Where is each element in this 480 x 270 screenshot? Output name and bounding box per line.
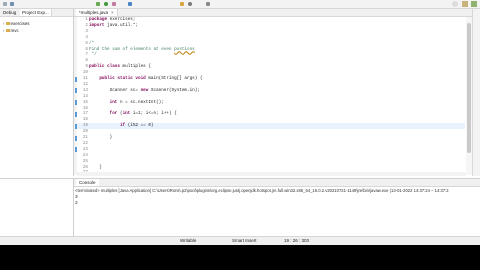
change-marker [75,76,77,82]
navigate-back-icon[interactable] [206,2,210,6]
perspective-debug-icon[interactable] [471,1,477,7]
overview-ruler [472,9,480,176]
debug-icon[interactable] [96,2,100,6]
tab-console[interactable]: Console [76,179,99,186]
search-toolbar-icon[interactable] [452,1,458,7]
search-icon[interactable] [188,2,192,6]
tab-debug[interactable]: Debug [1,9,18,16]
open-type-icon[interactable] [180,2,184,6]
change-marker [75,123,77,129]
tab-project-explorer[interactable]: Project Exp... [20,9,52,16]
external-tools-icon[interactable] [112,2,116,6]
console-tab-label: Console [79,180,96,185]
console-tab-bar: Console [74,179,480,187]
main-toolbar [0,0,480,9]
editor-horizontal-scrollbar[interactable] [77,172,466,176]
expand-arrow-icon[interactable]: › [3,28,5,33]
tree-item-mvc[interactable]: › mvc [3,28,19,34]
tree-item-label: mvc [10,28,19,33]
change-marker [75,111,77,117]
status-bar: Writable Smart Insert 19 : 26 : 303 [0,236,480,245]
left-panel-tabs: Debug Project Exp... [0,9,73,17]
code-editor[interactable]: *multiples.java × 1 package exercises; 2 imp… [74,9,472,176]
status-cursor-position: 19 : 26 : 303 [284,238,310,243]
console-output-line: 3 [75,195,78,200]
save-icon[interactable] [10,2,14,6]
expand-arrow-icon[interactable]: › [3,21,5,26]
code-area[interactable]: 1 package exercises; 2 import java.util.*; 3… [77,17,465,175]
change-marker [75,100,77,106]
close-tab-icon[interactable]: × [111,10,114,15]
status-writable: Writable [180,238,197,243]
status-insert-mode: Smart Insert [232,238,257,243]
left-bottom-panel [0,178,74,237]
package-explorer-panel: Debug Project Exp... › exercises › mvc [0,9,74,176]
change-marker [75,135,77,141]
perspective-java-icon[interactable] [462,1,468,7]
console-terminated-line: <terminated> multiples [Java Application… [75,188,449,193]
tree-item-label: exercises [10,21,30,26]
console-panel: Console <terminated> multiples [Java App… [74,178,480,237]
console-output-line: 2 [75,201,78,206]
new-file-icon[interactable] [3,2,7,6]
editor-tab-multiples[interactable]: *multiples.java × [76,9,118,16]
change-marker [75,88,77,94]
change-marker [75,147,77,153]
editor-tab-label: *multiples.java [79,10,109,15]
tree-item-exercises[interactable]: › exercises [3,21,30,27]
project-folder-icon [5,22,10,26]
black-bottom-band [0,245,480,270]
editor-tab-bar: *multiples.java × [74,9,472,17]
project-folder-icon [5,29,10,33]
scrollbar-thumb[interactable] [467,23,471,153]
run-icon[interactable] [104,2,108,6]
new-class-icon[interactable] [128,2,132,6]
